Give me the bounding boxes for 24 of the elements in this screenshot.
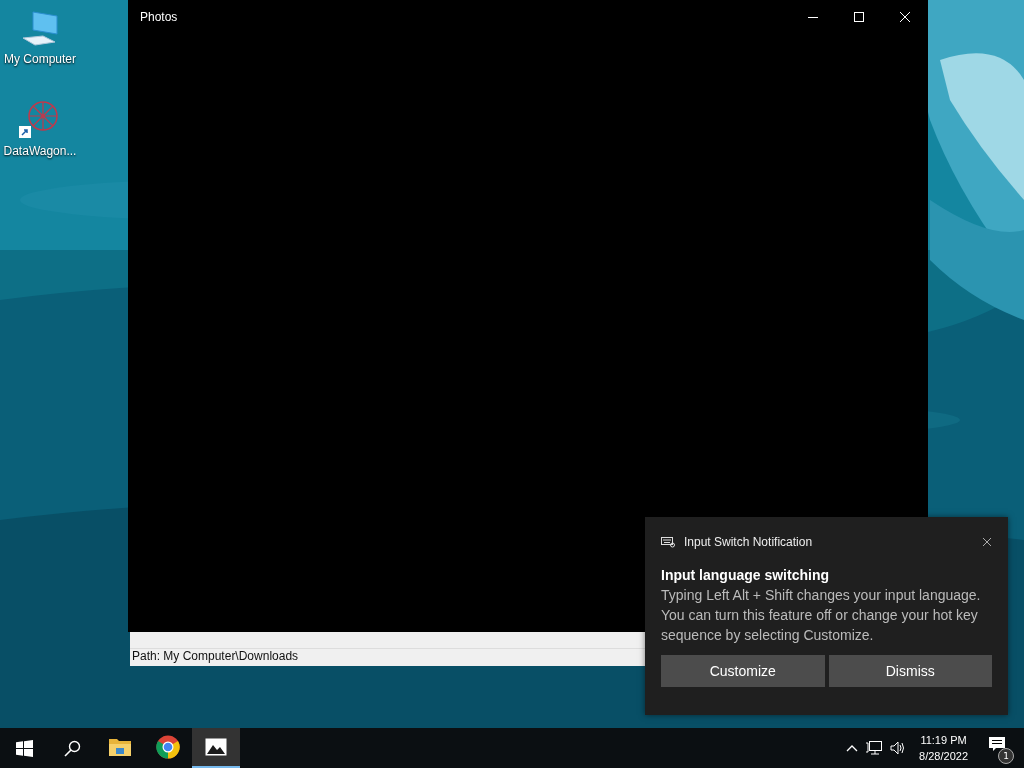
image-icon [205,738,227,756]
notification-app-name: Input Switch Notification [684,535,814,549]
desktop-icon-label[interactable]: DataWagon... [3,144,77,158]
start-icon[interactable] [15,739,33,757]
notification-button[interactable]: Customize [661,655,825,687]
maximize-icon[interactable] [853,11,865,23]
notification-count: 1 [998,748,1014,764]
taskbar-app[interactable] [192,728,240,768]
browser-icon [156,735,180,759]
window-title: Photos [140,10,178,24]
close-icon[interactable] [982,537,992,547]
notification-message: Typing Left Alt + Shift changes your input language. You can turn this feature off or change your hot key sequence by selecting Customize. [661,586,982,645]
folder-icon [108,737,132,757]
clock-date[interactable]: 8/28/2022 [919,748,968,764]
path-status-bar: Path: My Computer\Downloads [130,648,645,666]
notification-title: Input language switching [661,567,830,583]
notification-button[interactable]: Dismiss [828,655,992,687]
search-icon[interactable] [63,739,81,757]
keyboard-icon [661,536,675,548]
action-center-icon[interactable] [988,736,1006,752]
network-icon[interactable] [866,741,883,755]
clock-time[interactable]: 11:19 PM [920,732,967,748]
chevron-up-icon[interactable] [846,744,859,752]
desktop-icon-label[interactable]: My Computer [4,52,76,66]
